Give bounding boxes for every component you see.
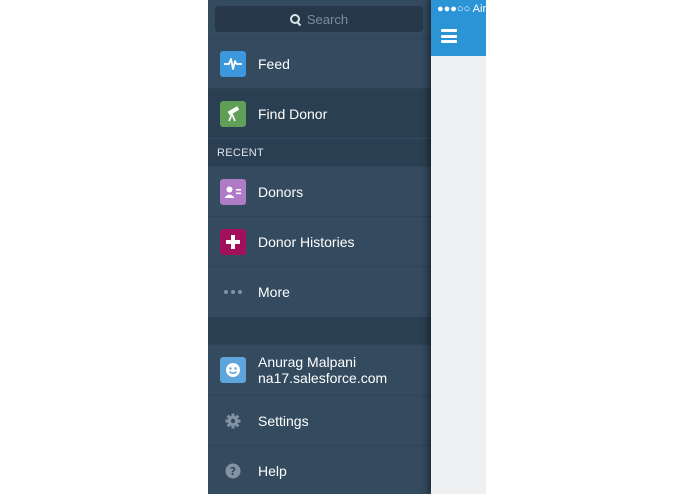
main-content-panel: ●●●○○ Airt	[431, 0, 486, 494]
user-domain: na17.salesforce.com	[258, 370, 388, 386]
menu-item-donor-histories[interactable]: Donor Histories	[208, 216, 431, 266]
recent-section-header: RECENT	[208, 139, 431, 166]
menu-item-settings[interactable]: Settings	[208, 395, 431, 445]
telescope-icon	[220, 100, 246, 127]
menu-item-label: Donor Histories	[258, 233, 355, 250]
menu-item-label: Find Donor	[258, 105, 328, 122]
hamburger-menu-icon[interactable]	[441, 29, 457, 43]
plus-icon	[220, 228, 246, 255]
status-bar-carrier: ●●●○○ Airt	[437, 3, 486, 15]
menu-item-label: Settings	[258, 412, 309, 429]
menu-divider	[208, 317, 431, 344]
help-icon: ?	[220, 458, 246, 484]
menu-item-donors[interactable]: Donors	[208, 166, 431, 216]
search-icon	[289, 14, 300, 24]
user-info: Anurag Malpani na17.salesforce.com	[258, 354, 387, 386]
pulse-icon	[220, 50, 246, 77]
user-name: Anurag Malpani	[258, 354, 357, 370]
menu-item-label: More	[258, 283, 290, 300]
contact-card-icon	[220, 178, 246, 205]
navigation-menu: Search Feed Find Donor RECENT Donors Don…	[208, 0, 431, 494]
menu-item-label: Feed	[258, 55, 290, 72]
phone-screen: Search Feed Find Donor RECENT Donors Don…	[208, 0, 486, 494]
menu-item-label: Help	[258, 462, 287, 479]
menu-item-help[interactable]: ? Help	[208, 445, 431, 494]
more-dots-icon	[220, 279, 246, 305]
search-bar[interactable]: Search	[215, 6, 423, 32]
search-placeholder: Search	[306, 11, 349, 27]
menu-item-label: Donors	[258, 183, 304, 200]
svg-text:?: ?	[230, 465, 236, 478]
menu-item-more[interactable]: More	[208, 266, 431, 316]
menu-item-feed[interactable]: Feed	[208, 38, 431, 88]
gear-icon	[220, 408, 246, 434]
menu-item-find-donor[interactable]: Find Donor	[208, 88, 431, 138]
user-profile-item[interactable]: Anurag Malpani na17.salesforce.com	[208, 344, 431, 395]
app-header: ●●●○○ Airt	[431, 0, 486, 56]
smiley-icon	[220, 357, 246, 383]
